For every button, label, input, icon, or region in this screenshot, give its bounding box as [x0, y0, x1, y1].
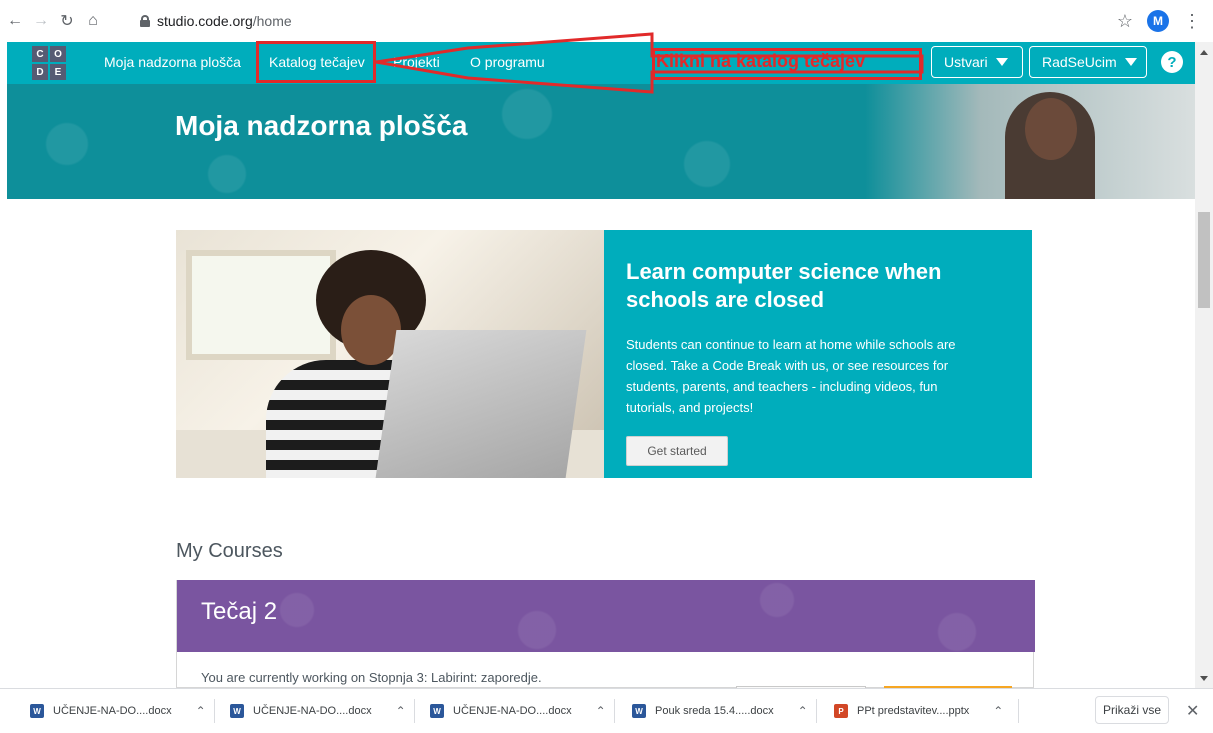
- download-item[interactable]: W UČENJE-NA-DO....docx ⌃: [30, 695, 206, 727]
- course-title[interactable]: Tečaj 2: [201, 598, 277, 626]
- download-separator: [816, 699, 817, 723]
- annotation-highlight-box: [256, 41, 376, 83]
- course-status: You are currently working on Stopnja 3: …: [201, 670, 542, 685]
- promo-card: Learn computer science when schools are …: [176, 230, 1032, 478]
- my-courses-heading: My Courses: [176, 540, 283, 562]
- browser-menu-icon[interactable]: ⋮: [1183, 11, 1201, 32]
- help-icon[interactable]: ?: [1161, 51, 1183, 73]
- page-title: Moja nadzorna plošča: [175, 110, 468, 141]
- chevron-up-icon[interactable]: ⌃: [993, 704, 1003, 718]
- nav-link-about[interactable]: O programu: [470, 54, 545, 70]
- download-item[interactable]: W Pouk sreda 15.4.....docx ⌃: [632, 695, 808, 727]
- promo-laptop: [375, 330, 587, 478]
- scrollbar-thumb[interactable]: [1198, 212, 1210, 308]
- bookmark-star-icon[interactable]: ☆: [1117, 11, 1133, 32]
- promo-text-panel: Learn computer science when schools are …: [604, 230, 1032, 478]
- close-icon[interactable]: ✕: [1186, 701, 1199, 721]
- course-card[interactable]: Tečaj 2 You are currently working on Sto…: [176, 580, 1035, 688]
- url-host: studio.code.org: [157, 13, 253, 29]
- profile-avatar[interactable]: M: [1147, 10, 1169, 32]
- promo-image: [176, 230, 604, 478]
- promo-title: Learn computer science when schools are …: [626, 259, 942, 312]
- chevron-up-icon[interactable]: ⌃: [396, 704, 406, 718]
- download-filename: PPt predstavitev....pptx: [857, 705, 970, 717]
- chevron-up-icon[interactable]: ⌃: [196, 704, 206, 718]
- download-filename: Pouk sreda 15.4.....docx: [655, 705, 774, 717]
- download-item[interactable]: P PPt predstavitev....pptx ⌃: [834, 695, 1003, 727]
- word-file-icon: W: [632, 704, 646, 718]
- downloads-bar: W UČENJE-NA-DO....docx ⌃ W UČENJE-NA-DO.…: [0, 688, 1213, 733]
- scroll-down-arrow-icon[interactable]: [1200, 676, 1208, 681]
- user-label: RadSeUcim: [1042, 54, 1117, 70]
- download-item[interactable]: W UČENJE-NA-DO....docx ⌃: [230, 695, 406, 727]
- dropdown-caret-icon: [995, 58, 1008, 66]
- show-all-downloads-button[interactable]: Prikaži vse: [1095, 696, 1169, 724]
- word-file-icon: W: [30, 704, 44, 718]
- download-separator: [414, 699, 415, 723]
- home-icon[interactable]: ⌂: [82, 10, 104, 32]
- download-filename: UČENJE-NA-DO....docx: [453, 705, 572, 717]
- logo-letter-e: E: [50, 64, 66, 80]
- logo-letter-c: C: [32, 46, 48, 62]
- user-dropdown[interactable]: RadSeUcim: [1029, 46, 1147, 78]
- annotation-instruction: Klikni na katalog tečajev: [656, 51, 866, 71]
- dropdown-caret-icon: [1124, 58, 1137, 66]
- code-logo[interactable]: C O D E: [32, 46, 66, 80]
- reload-icon[interactable]: ↻: [56, 10, 78, 32]
- chevron-up-icon[interactable]: ⌃: [798, 704, 808, 718]
- page-scrollbar[interactable]: [1195, 42, 1213, 688]
- course-card-header: Tečaj 2: [177, 580, 1035, 652]
- forward-arrow-icon[interactable]: →: [30, 10, 52, 32]
- create-dropdown[interactable]: Ustvari: [931, 46, 1023, 78]
- promo-body: Students can continue to learn at home w…: [626, 337, 956, 415]
- download-filename: UČENJE-NA-DO....docx: [53, 705, 172, 717]
- site-header: C O D E Moja nadzorna plošča Katalog teč…: [7, 42, 1195, 84]
- dashboard-banner: Moja nadzorna plošča: [7, 84, 1195, 199]
- browser-toolbar: ← → ↻ ⌂ studio.code.org/home ☆ M ⋮: [0, 0, 1213, 42]
- course-pattern: [177, 580, 1035, 652]
- promo-window: [186, 250, 336, 360]
- word-file-icon: W: [230, 704, 244, 718]
- powerpoint-file-icon: P: [834, 704, 848, 718]
- url-path: /home: [252, 13, 292, 29]
- nav-link-projects[interactable]: Projekti: [393, 54, 440, 70]
- back-arrow-icon[interactable]: ←: [4, 10, 26, 32]
- create-label: Ustvari: [944, 54, 988, 70]
- address-bar[interactable]: studio.code.org/home: [140, 8, 1200, 34]
- get-started-button[interactable]: Get started: [626, 436, 728, 466]
- download-item[interactable]: W UČENJE-NA-DO....docx ⌃: [430, 695, 606, 727]
- scroll-up-arrow-icon[interactable]: [1200, 50, 1208, 55]
- nav-link-dashboard[interactable]: Moja nadzorna plošča: [104, 54, 241, 70]
- download-separator: [214, 699, 215, 723]
- download-separator: [614, 699, 615, 723]
- logo-letter-o: O: [50, 46, 66, 62]
- logo-letter-d: D: [32, 64, 48, 80]
- download-filename: UČENJE-NA-DO....docx: [253, 705, 372, 717]
- chevron-up-icon[interactable]: ⌃: [596, 704, 606, 718]
- banner-student-face: [1025, 98, 1077, 160]
- word-file-icon: W: [430, 704, 444, 718]
- download-separator: [1018, 699, 1019, 723]
- lock-icon: [140, 15, 150, 27]
- page-left-edge: [0, 42, 7, 688]
